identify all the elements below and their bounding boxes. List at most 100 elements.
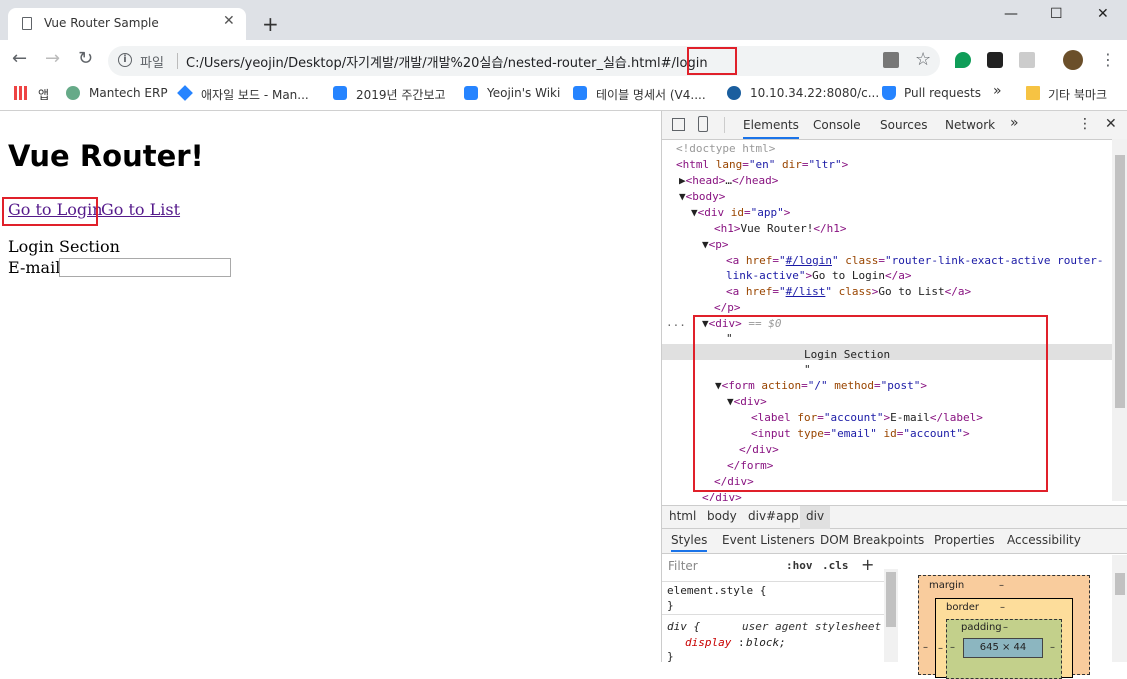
new-tab-icon[interactable]: + [262, 14, 279, 34]
bookmark-agile-board[interactable]: 애자일 보드 - Man... [201, 86, 309, 103]
dom-scrollbar-thumb[interactable] [1115, 155, 1125, 408]
dom-line-body[interactable]: ▼<body> [679, 190, 725, 204]
folder-icon [1026, 86, 1040, 100]
tab-console[interactable]: Console [813, 118, 861, 132]
dom-line-div-app-close[interactable]: </div> [702, 491, 742, 501]
dom-line-p[interactable]: ▼<p> [702, 238, 729, 252]
globe-icon [66, 86, 80, 100]
box-model-border: border – – padding – – – 645 × 44 [935, 598, 1073, 679]
bookmark-table-spec[interactable]: 테이블 명세서 (V4.... [596, 86, 706, 103]
browser-tab[interactable]: Vue Router Sample ✕ [8, 8, 246, 40]
extension-icon[interactable] [987, 52, 1003, 68]
div-rule-selector[interactable]: div { [667, 620, 700, 633]
dom-line-a-list[interactable]: <a href="#/list" class>Go to List</a> [726, 285, 971, 299]
fx-extension-icon[interactable] [1019, 52, 1035, 68]
hov-toggle[interactable]: :hov [786, 559, 813, 572]
window-close-icon[interactable]: ✕ [1097, 6, 1109, 22]
margin-left-value[interactable]: – [923, 642, 928, 653]
tab-elements[interactable]: Elements [743, 118, 799, 139]
element-style-close: } [667, 599, 674, 612]
go-to-list-link[interactable]: Go to List [101, 200, 180, 219]
dom-line-html[interactable]: <html lang="en" dir="ltr"> [676, 158, 848, 172]
login-link-highlight-box [2, 197, 98, 226]
breadcrumb-html[interactable]: html [669, 509, 696, 523]
device-toolbar-icon[interactable] [698, 116, 708, 132]
bookmark-pull-requests[interactable]: Pull requests [904, 86, 981, 100]
email-label: E-mail [8, 258, 61, 277]
dom-line-a-login-cont[interactable]: link-active">Go to Login</a> [726, 269, 911, 283]
border-label: border [946, 602, 980, 613]
tab-event-listeners[interactable]: Event Listeners [722, 533, 815, 547]
padding-left-value[interactable]: – [950, 642, 955, 653]
location-extension-icon[interactable] [955, 52, 971, 68]
bookmark-mantech-erp[interactable]: Mantech ERP [89, 86, 168, 100]
tab-network[interactable]: Network [945, 118, 995, 132]
info-icon[interactable]: i [118, 53, 132, 67]
dom-line-head[interactable]: ▶<head>…</head> [679, 174, 778, 188]
dom-line-doctype[interactable]: <!doctype html> [676, 142, 775, 156]
bookmarks-overflow[interactable]: » [993, 83, 1002, 99]
selected-subtree-highlight-box [693, 315, 1048, 492]
border-top-value[interactable]: – [1000, 602, 1005, 613]
breadcrumb-div[interactable]: div [800, 506, 831, 529]
border-left-value[interactable]: – [938, 643, 943, 654]
address-bar[interactable]: i 파일 C:/Users/yeojin/Desktop/자기계발/개발/개발%… [108, 46, 940, 76]
div-rule-close: } [667, 650, 674, 663]
bookmark-weekly-report[interactable]: 2019년 주간보고 [356, 86, 446, 103]
dom-line-div-app[interactable]: ▼<div id="app"> [691, 206, 790, 220]
dom-line-h1[interactable]: <h1>Vue Router!</h1> [714, 222, 846, 236]
bookmark-apps[interactable]: 앱 [38, 86, 49, 103]
back-icon[interactable]: ← [12, 50, 27, 68]
padding-right-value[interactable]: – [1050, 642, 1055, 653]
display-value[interactable]: block; [746, 636, 786, 649]
display-colon: : [738, 636, 745, 649]
translate-icon[interactable] [883, 52, 899, 68]
devtools-menu-icon[interactable]: ⋮ [1078, 116, 1092, 132]
new-rule-icon[interactable]: + [861, 555, 874, 574]
tab-dom-breakpoints[interactable]: DOM Breakpoints [820, 533, 924, 547]
bookmark-other[interactable]: 기타 북마크 [1048, 86, 1107, 103]
maximize-icon[interactable]: ☐ [1050, 6, 1063, 22]
margin-top-value[interactable]: – [999, 580, 1004, 591]
cls-toggle[interactable]: .cls [822, 559, 849, 572]
omnibox-divider [177, 53, 178, 69]
padding-top-value[interactable]: – [1003, 622, 1008, 633]
tab-styles[interactable]: Styles [671, 533, 708, 552]
breadcrumb-div-app[interactable]: div#app [748, 509, 799, 523]
more-tabs-icon[interactable]: » [1010, 115, 1019, 131]
box-model-padding: padding – – – 645 × 44 [946, 619, 1062, 679]
close-tab-icon[interactable]: ✕ [223, 13, 235, 29]
bookmark-local-server[interactable]: 10.10.34.22:8080/c... [750, 86, 879, 100]
element-style-rule[interactable]: element.style { [667, 584, 766, 597]
minimize-icon[interactable]: — [1004, 6, 1018, 22]
inspect-icon[interactable] [672, 118, 685, 131]
boxmodel-scrollbar[interactable] [1112, 555, 1127, 662]
forward-icon[interactable]: → [45, 50, 60, 68]
styles-filter-input[interactable]: Filter [668, 559, 698, 573]
tab-sources[interactable]: Sources [880, 118, 927, 132]
profile-avatar[interactable] [1063, 50, 1083, 70]
reload-icon[interactable]: ↻ [78, 50, 93, 68]
bitbucket-icon [882, 86, 896, 100]
jira-icon [177, 85, 193, 101]
star-icon[interactable]: ☆ [915, 49, 931, 70]
url-text[interactable]: C:/Users/yeojin/Desktop/자기계발/개발/개발%20실습/… [186, 52, 708, 71]
breadcrumb-body[interactable]: body [707, 509, 737, 523]
email-input[interactable] [59, 258, 231, 277]
bookmark-yeojins-wiki[interactable]: Yeojin's Wiki [487, 86, 560, 100]
dom-line-a-login[interactable]: <a href="#/login" class="router-link-exa… [726, 254, 1104, 268]
dom-line-p-close[interactable]: </p> [714, 301, 741, 315]
boxmodel-scrollbar-thumb[interactable] [1115, 573, 1125, 595]
box-model-margin: margin – – border – – padding – – – 645 … [918, 575, 1090, 679]
devtools-close-icon[interactable]: ✕ [1105, 116, 1117, 132]
dom-gutter-dots[interactable]: ... [666, 316, 686, 330]
display-property[interactable]: display [685, 636, 731, 649]
tab-properties[interactable]: Properties [934, 533, 995, 547]
menu-icon[interactable]: ⋮ [1100, 50, 1116, 69]
styles-scrollbar-thumb[interactable] [886, 572, 896, 627]
box-model-content[interactable]: 645 × 44 [963, 638, 1043, 658]
devtools-panel: Elements Console Sources Network » ⋮ ✕ <… [661, 111, 1127, 679]
tab-title: Vue Router Sample [44, 16, 159, 30]
confluence-icon [573, 86, 587, 100]
tab-accessibility[interactable]: Accessibility [1007, 533, 1081, 547]
